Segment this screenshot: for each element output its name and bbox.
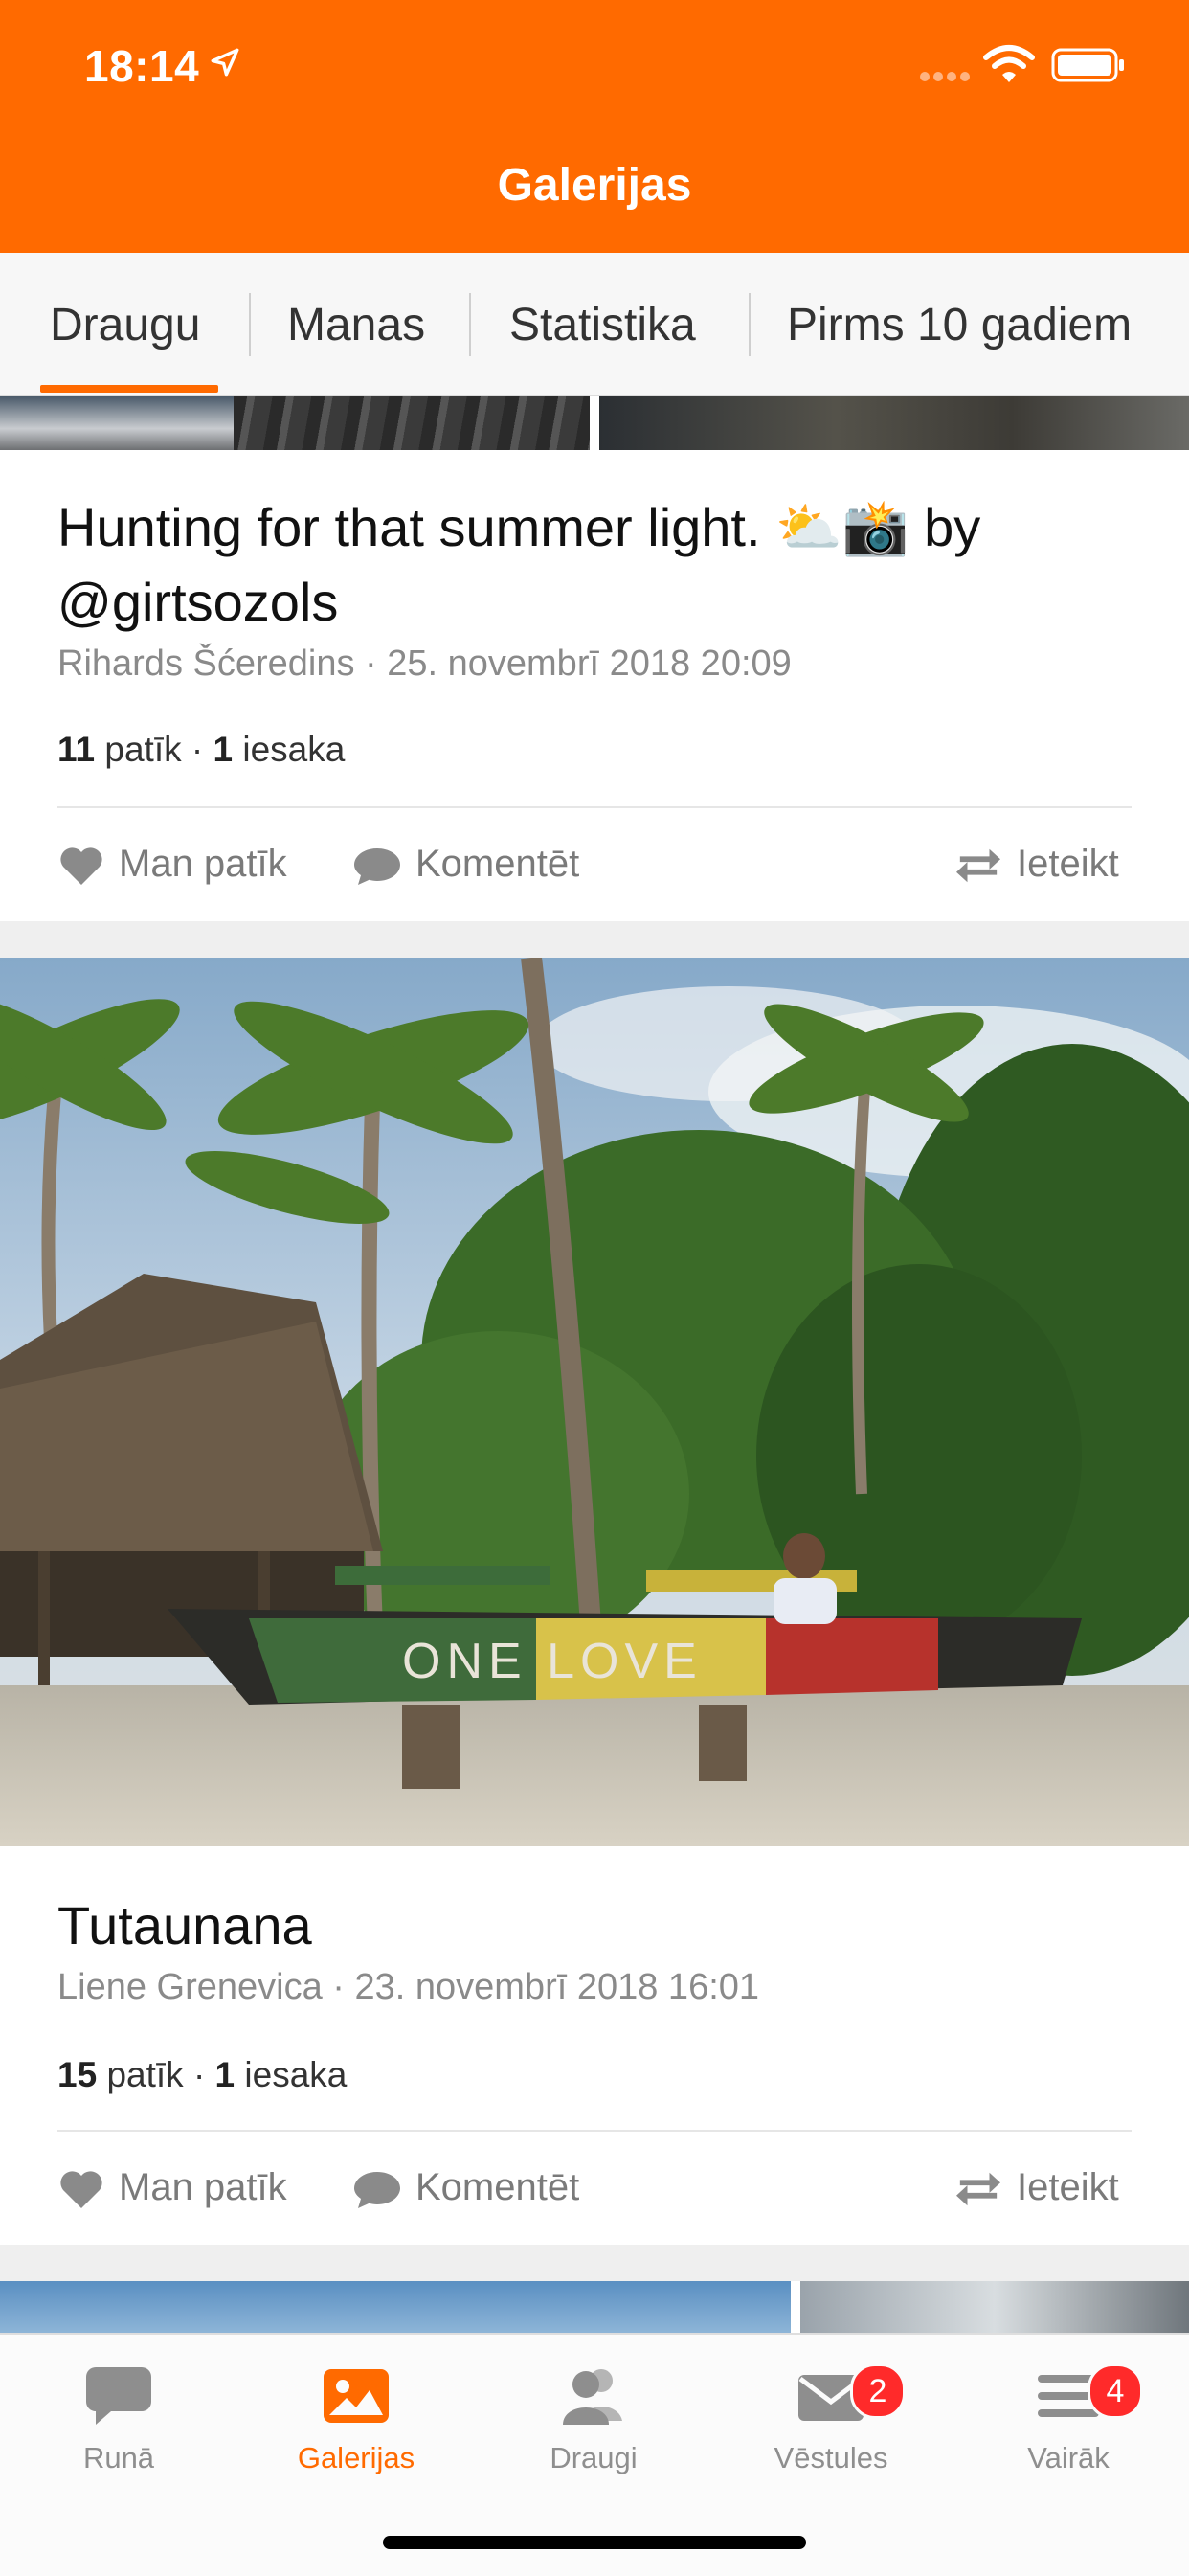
- card-divider: [57, 806, 1132, 808]
- stats-separator: ·: [192, 2055, 215, 2094]
- status-time: 18:14: [84, 41, 200, 91]
- unread-badge: 2: [850, 2363, 906, 2419]
- heart-icon: [60, 847, 102, 886]
- like-label: Man patīk: [119, 843, 287, 885]
- tab-friends[interactable]: Draugu: [50, 299, 200, 351]
- nav-friends[interactable]: Draugi: [488, 2363, 699, 2475]
- recommend-button[interactable]: Ieteikt: [953, 2166, 1119, 2211]
- next-post-photo-strip[interactable]: [0, 2281, 1189, 2335]
- like-label: Man patīk: [119, 2166, 287, 2208]
- comment-button[interactable]: Komentēt: [352, 843, 579, 887]
- repost-icon: [956, 849, 1000, 883]
- comment-bubble-icon: [354, 848, 400, 886]
- nav-label: Vairāk: [1027, 2441, 1110, 2474]
- post-card: Hunting for that summer light. ⛅📸 by @gi…: [0, 450, 1189, 921]
- wifi-icon: [983, 45, 1035, 82]
- post-1-photo-strip[interactable]: [0, 396, 1189, 450]
- nav-label: Draugi: [550, 2441, 638, 2474]
- recommend-label: Ieteikt: [1017, 843, 1119, 885]
- repost-icon: [956, 2173, 1000, 2206]
- tab-divider: [469, 293, 471, 356]
- battery-icon: [1051, 48, 1124, 82]
- nav-more[interactable]: Vairāk 4: [963, 2363, 1174, 2475]
- app-header: 18:14 Galerijas: [0, 0, 1189, 253]
- nav-talk[interactable]: Runā: [13, 2363, 224, 2475]
- nav-label: Runā: [82, 2441, 155, 2474]
- home-indicator[interactable]: [383, 2536, 806, 2549]
- recommend-label: Ieteikt: [1017, 2166, 1119, 2208]
- beach-photo-image: ONE LOVE: [0, 958, 1189, 1846]
- tab-divider: [749, 293, 751, 356]
- page-title: Galerijas: [497, 160, 692, 211]
- chat-bubble-icon: [86, 2367, 151, 2425]
- post-meta: Liene Grenevica · 23. novembrī 2018 16:0…: [57, 1967, 760, 2007]
- signal-icon: [920, 72, 970, 81]
- tab-divider: [249, 293, 251, 356]
- post-title[interactable]: Hunting for that summer light. ⛅📸 by @gi…: [57, 490, 1132, 640]
- likes-label: patīk: [104, 730, 182, 769]
- post-meta: Rihards Šćeredins · 25. novembrī 2018 20…: [57, 644, 792, 684]
- tab-10-years-ago[interactable]: Pirms 10 gadiem: [787, 299, 1132, 351]
- comment-label: Komentēt: [415, 843, 580, 885]
- nav-label: Vēstules: [774, 2441, 888, 2474]
- tab-mine[interactable]: Manas: [287, 299, 425, 351]
- card-divider: [57, 2130, 1132, 2132]
- likes-label: patīk: [106, 2055, 184, 2094]
- stats-separator: ·: [191, 730, 213, 769]
- recommend-count: 1: [213, 730, 234, 769]
- comment-bubble-icon: [354, 2172, 400, 2209]
- likes-count: 11: [57, 730, 96, 769]
- post-photo[interactable]: ONE LOVE: [0, 958, 1189, 1846]
- comment-button[interactable]: Komentēt: [352, 2166, 579, 2210]
- recommend-label: iesaka: [242, 730, 346, 769]
- notification-badge: 4: [1088, 2363, 1143, 2419]
- gallery-tabs: Draugu Manas Statistika Pirms 10 gadiem: [0, 253, 1189, 396]
- post-stats: 11 patīk · 1 iesaka: [57, 730, 345, 770]
- active-tab-indicator: [40, 385, 218, 393]
- recommend-count: 1: [214, 2055, 236, 2094]
- nav-label: Galerijas: [297, 2441, 415, 2474]
- likes-count: 15: [57, 2055, 98, 2094]
- heart-icon: [60, 2171, 102, 2209]
- post-stats: 15 patīk · 1 iesaka: [57, 2055, 347, 2095]
- post-title[interactable]: Tutaunana: [57, 1888, 1132, 1963]
- friends-icon: [563, 2369, 622, 2425]
- nav-galleries[interactable]: Galerijas: [251, 2363, 461, 2475]
- comment-label: Komentēt: [415, 2166, 580, 2208]
- tab-statistics[interactable]: Statistika: [509, 299, 696, 351]
- image-icon: [324, 2369, 389, 2423]
- boat-painted-text: ONE LOVE: [402, 1634, 703, 1689]
- nav-messages[interactable]: Vēstules 2: [726, 2363, 936, 2475]
- like-button[interactable]: Man patīk: [57, 2166, 287, 2210]
- location-arrow-icon: [211, 48, 239, 77]
- recommend-label: iesaka: [244, 2055, 348, 2094]
- like-button[interactable]: Man patīk: [57, 843, 287, 887]
- recommend-button[interactable]: Ieteikt: [953, 843, 1119, 888]
- post-card: Tutaunana Liene Grenevica · 23. novembrī…: [0, 1846, 1189, 2245]
